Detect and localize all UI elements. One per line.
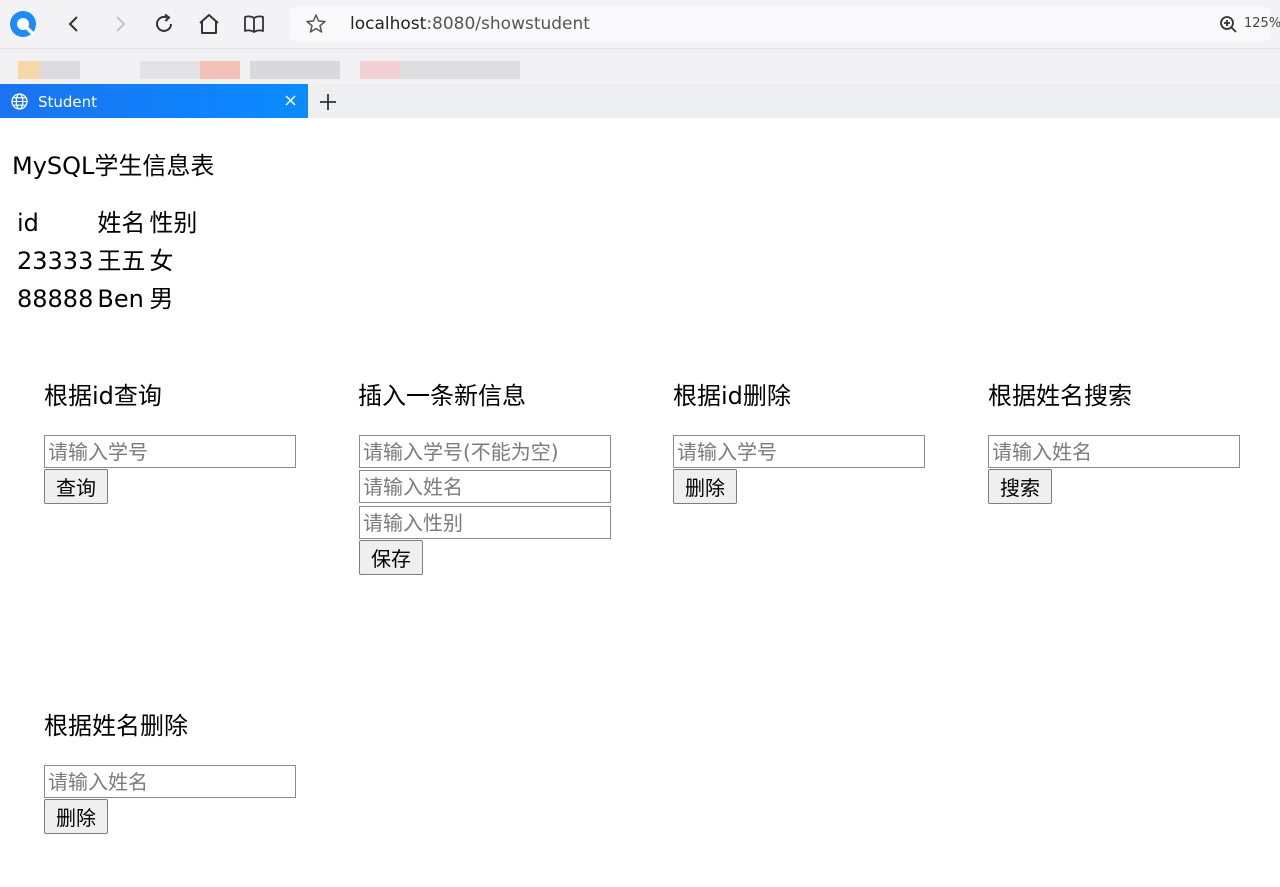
tab-bar: Student (0, 84, 1280, 118)
blurred-bookmark[interactable] (18, 61, 40, 79)
student-table: id 姓名 性别 23333 王五 女 88888 Ben 男 (14, 203, 200, 319)
insert-id-input[interactable] (359, 435, 611, 468)
close-tab-icon[interactable] (283, 93, 298, 108)
query-button[interactable]: 查询 (44, 469, 108, 504)
cell-id: 23333 (17, 247, 94, 275)
blurred-bookmark[interactable] (40, 61, 80, 79)
blurred-bookmark[interactable] (360, 61, 400, 79)
delete-by-name-button[interactable]: 删除 (44, 799, 108, 834)
cell-id: 88888 (17, 285, 94, 313)
table-header-row: id 姓名 性别 (16, 205, 198, 241)
delete-name-input[interactable] (44, 765, 296, 798)
search-name-input[interactable] (988, 435, 1240, 468)
insert-title: 插入一条新信息 (358, 382, 526, 410)
search-button[interactable]: 搜索 (988, 469, 1052, 504)
back-icon[interactable] (58, 8, 90, 40)
zoom-icon[interactable] (1219, 15, 1238, 34)
column-header-id: id (17, 209, 39, 237)
globe-icon (11, 93, 28, 110)
cell-name: Ben (97, 285, 144, 313)
insert-name-input[interactable] (359, 470, 611, 503)
browser-toolbar: localhost:8080/showstudent 125% (0, 0, 1280, 48)
search-by-name-title: 根据姓名搜索 (988, 382, 1132, 410)
home-icon[interactable] (193, 8, 225, 40)
delete-by-name-title: 根据姓名删除 (44, 712, 188, 740)
tab-title: Student (38, 93, 98, 111)
url-path: :8080/showstudent (426, 14, 590, 34)
column-header-gender: 性别 (149, 209, 198, 237)
save-button[interactable]: 保存 (359, 540, 423, 575)
blurred-bookmark[interactable] (400, 61, 520, 79)
bookmarks-bar (0, 48, 1280, 85)
reload-icon[interactable] (148, 8, 180, 40)
page-title: MySQL学生信息表 (12, 152, 215, 180)
reader-icon[interactable] (238, 8, 270, 40)
query-id-input[interactable] (44, 435, 296, 468)
cell-gender: 女 (149, 247, 174, 275)
table-row: 88888 Ben 男 (16, 281, 198, 317)
query-by-id-title: 根据id查询 (44, 382, 162, 410)
bookmark-star-icon[interactable] (304, 12, 328, 36)
new-tab-icon[interactable] (318, 92, 338, 112)
tab-student[interactable]: Student (0, 84, 308, 118)
insert-gender-input[interactable] (359, 506, 611, 539)
browser-logo-icon (10, 11, 36, 37)
delete-by-id-button[interactable]: 删除 (673, 469, 737, 504)
cell-gender: 男 (149, 285, 174, 313)
address-url[interactable]: localhost:8080/showstudent (350, 14, 590, 34)
blurred-bookmark[interactable] (200, 61, 240, 79)
delete-by-id-title: 根据id删除 (673, 382, 791, 410)
table-row: 23333 王五 女 (16, 243, 198, 279)
forward-icon[interactable] (104, 8, 136, 40)
blurred-bookmark[interactable] (250, 61, 340, 79)
delete-id-input[interactable] (673, 435, 925, 468)
blurred-bookmark[interactable] (140, 61, 200, 79)
url-host: localhost (350, 14, 427, 34)
zoom-level[interactable]: 125% (1244, 16, 1280, 31)
cell-name: 王五 (97, 247, 146, 275)
column-header-name: 姓名 (97, 209, 146, 237)
